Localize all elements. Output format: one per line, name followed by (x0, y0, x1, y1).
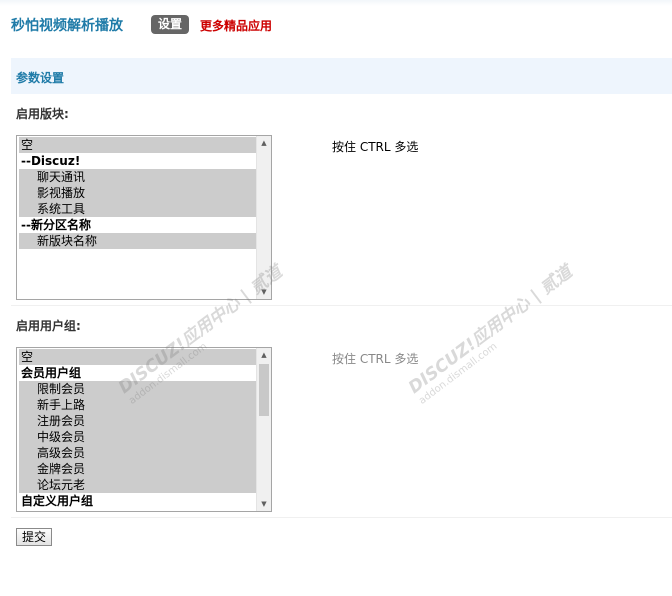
section-header: 参数设置 (11, 58, 672, 94)
scroll-thumb[interactable] (259, 364, 269, 416)
optgroup-label: 自定义用户组 (19, 493, 257, 509)
submit-button[interactable]: 提交 (16, 528, 53, 546)
watermark-url: addon.dismall.com (417, 340, 500, 407)
more-apps-link[interactable]: 更多精品应用 (200, 17, 272, 34)
select-option[interactable]: 空 (19, 349, 257, 365)
select-option[interactable]: 新版块名称 (19, 233, 257, 249)
usergroups-hint: 按住 CTRL 多选 (332, 352, 419, 366)
select-option[interactable]: 中级会员 (19, 429, 257, 445)
select-option[interactable]: 限制会员 (19, 381, 257, 397)
scroll-up-arrow-icon[interactable]: ▲ (257, 136, 271, 150)
select-option[interactable]: 论坛元老 (19, 477, 257, 493)
optgroup-label: --新分区名称 (19, 217, 257, 233)
select-option[interactable]: 聊天通讯 (19, 169, 257, 185)
scroll-down-arrow-icon[interactable]: ▼ (257, 285, 271, 299)
divider (11, 517, 672, 518)
usergroups-scrollbar[interactable]: ▲ ▼ (256, 348, 271, 511)
usergroups-label: 启用用户组: (16, 319, 81, 333)
select-option[interactable]: 新手上路 (19, 397, 257, 413)
optgroup-label: --Discuz! (19, 153, 257, 169)
settings-button[interactable]: 设置 (151, 15, 190, 34)
top-bar: 秒怕视频解析播放 设置 更多精品应用 (0, 0, 672, 50)
watermark-brand: DISCUZ!应用中心 | 贰道 (405, 262, 577, 398)
section-title: 参数设置 (16, 71, 65, 85)
usergroups-option-list: 空会员用户组 限制会员 新手上路 注册会员 中级会员 高级会员 金牌会员 论坛元老 自定义用户组 (17, 348, 257, 509)
select-option[interactable]: 高级会员 (19, 445, 257, 461)
forums-multiselect[interactable]: 空 --Discuz! 聊天通讯 影视播放 系统工具 --新分区名称 新版块名称 ▲ ▼ (16, 135, 272, 300)
scroll-down-arrow-icon[interactable]: ▼ (257, 497, 271, 511)
select-option[interactable]: 金牌会员 (19, 461, 257, 477)
forums-hint: 按住 CTRL 多选 (332, 140, 419, 154)
divider (11, 305, 672, 306)
select-option[interactable]: 系统工具 (19, 201, 257, 217)
select-option[interactable]: 影视播放 (19, 185, 257, 201)
select-option[interactable]: 空 (19, 137, 257, 153)
select-option[interactable]: 注册会员 (19, 413, 257, 429)
usergroups-multiselect[interactable]: 空会员用户组 限制会员 新手上路 注册会员 中级会员 高级会员 金牌会员 论坛元老 自定义用户组… (16, 347, 272, 512)
forums-label: 启用版块: (16, 107, 69, 121)
optgroup-label: 会员用户组 (19, 365, 257, 381)
forums-option-list: 空 --Discuz! 聊天通讯 影视播放 系统工具 --新分区名称 新版块名称 (17, 136, 257, 249)
forums-scrollbar[interactable]: ▲ ▼ (256, 136, 271, 299)
app-title: 秒怕视频解析播放 (11, 18, 123, 34)
watermark-logo: DISCUZ!应用中心 | 贰道 addon.dismall.com (402, 258, 583, 407)
scroll-up-arrow-icon[interactable]: ▲ (257, 348, 271, 362)
